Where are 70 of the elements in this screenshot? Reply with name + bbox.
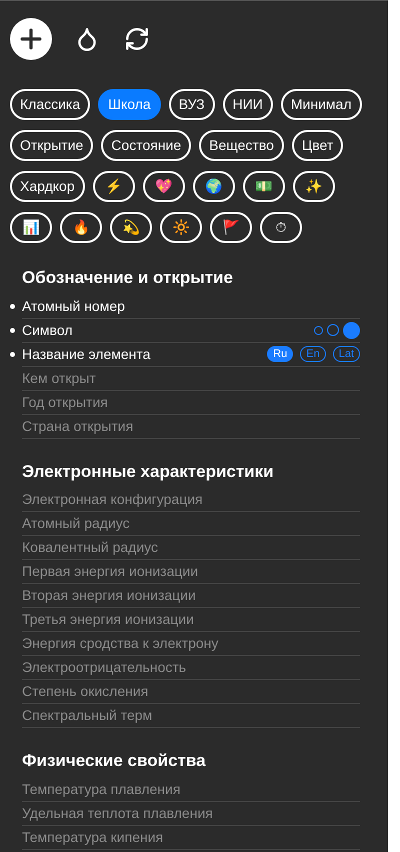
preset-chip[interactable]: 🔆	[160, 212, 202, 243]
field-row[interactable]: Кем открыт	[22, 366, 360, 390]
field-row[interactable]: Степень окисления	[22, 680, 360, 704]
field-row[interactable]: Энергия сродства к электрону	[22, 632, 360, 656]
preset-chip[interactable]: Минимал	[280, 89, 362, 120]
field-label: Температура кипения	[22, 828, 164, 847]
preset-chip[interactable]: Школа	[98, 89, 161, 120]
field-row[interactable]: Удельная теплота плавления	[22, 802, 360, 826]
section-title: Обозначение и открытие	[21, 267, 234, 289]
preset-chip[interactable]: 📊	[10, 212, 52, 243]
field-row[interactable]: Ковалентный радиус	[22, 536, 360, 560]
field-label: Степень окисления	[22, 682, 148, 701]
refresh-icon[interactable]	[124, 26, 150, 52]
field-row[interactable]: Вторая энергия ионизации	[22, 584, 360, 608]
preset-chip[interactable]: Состояние	[101, 130, 192, 161]
field-label: Ковалентный радиус	[22, 538, 158, 557]
field-label: Третья энергия ионизации	[22, 610, 194, 629]
field-row[interactable]: Температура плавления	[22, 778, 360, 802]
preset-chip[interactable]: 💫	[110, 212, 152, 243]
field-row[interactable]: Первая энергия ионизации	[22, 560, 360, 584]
field-row[interactable]: Год открытия	[22, 390, 360, 414]
field-row[interactable]: Третья энергия ионизации	[22, 608, 360, 632]
field-label: Кем открыт	[22, 368, 96, 388]
field-label: Символ	[22, 320, 72, 340]
field-row[interactable]: Название элемента Ru En Lat	[22, 342, 360, 366]
field-label: Вторая энергия ионизации	[22, 586, 196, 605]
preset-chip[interactable]: НИИ	[222, 89, 273, 120]
language-option[interactable]: Lat	[332, 346, 360, 362]
field-row[interactable]: Электронная конфигурация	[22, 488, 360, 512]
preset-chip[interactable]: Открытие	[10, 130, 94, 161]
field-label: Удельная теплота плавления	[22, 804, 213, 823]
field-label: Энергия сродства к электрону	[22, 634, 218, 653]
preset-chip[interactable]: 💵	[242, 171, 285, 202]
preset-chip[interactable]: ✨	[292, 171, 335, 202]
field-label: Температура плавления	[22, 780, 180, 799]
field-label: Год открытия	[22, 392, 108, 412]
preset-chip[interactable]: ВУЗ	[168, 89, 215, 120]
preset-chip[interactable]: Классика	[10, 89, 90, 120]
preset-chip[interactable]: Вещество	[199, 130, 284, 161]
preset-chip[interactable]: Хардкор	[10, 171, 85, 202]
field-row[interactable]: Температура кипения	[22, 826, 360, 850]
field-row[interactable]: Атомный номер	[22, 294, 360, 318]
field-label: Название элемента	[22, 344, 150, 364]
size-option[interactable]	[327, 324, 339, 336]
field-row[interactable]: Страна открытия	[22, 414, 360, 438]
field-label: Атомный номер	[22, 296, 125, 316]
section-title: Электронные характеристики	[21, 460, 275, 482]
field-label: Страна открытия	[22, 416, 134, 436]
add-button[interactable]	[10, 18, 52, 60]
preset-chip[interactable]: Цвет	[292, 130, 344, 161]
field-label: Первая энергия ионизации	[22, 562, 198, 581]
preset-chip[interactable]: ⏱	[260, 212, 302, 243]
size-option[interactable]	[314, 326, 323, 334]
field-row[interactable]: Атомный радиус	[22, 512, 360, 536]
language-option[interactable]: Ru	[267, 346, 294, 362]
preset-chip[interactable]: 🚩	[210, 212, 252, 243]
preset-chip[interactable]: 💖	[142, 171, 185, 202]
field-label: Электроотрицательность	[22, 658, 186, 677]
field-row[interactable]: Символ	[22, 318, 360, 342]
language-option[interactable]: En	[300, 346, 326, 362]
preset-chip[interactable]: 🌍	[192, 171, 235, 202]
section-title: Физические свойства	[21, 750, 207, 772]
size-option[interactable]	[343, 322, 360, 338]
field-row[interactable]: Электроотрицательность	[22, 656, 360, 680]
field-label: Электронная конфигурация	[22, 490, 203, 509]
preset-chip[interactable]: ⚡	[92, 171, 135, 202]
field-row[interactable]: Спектральный терм	[22, 704, 360, 728]
preset-chip[interactable]: 🔥	[60, 212, 102, 243]
field-label: Спектральный терм	[22, 706, 152, 725]
field-label: Атомный радиус	[22, 514, 130, 533]
